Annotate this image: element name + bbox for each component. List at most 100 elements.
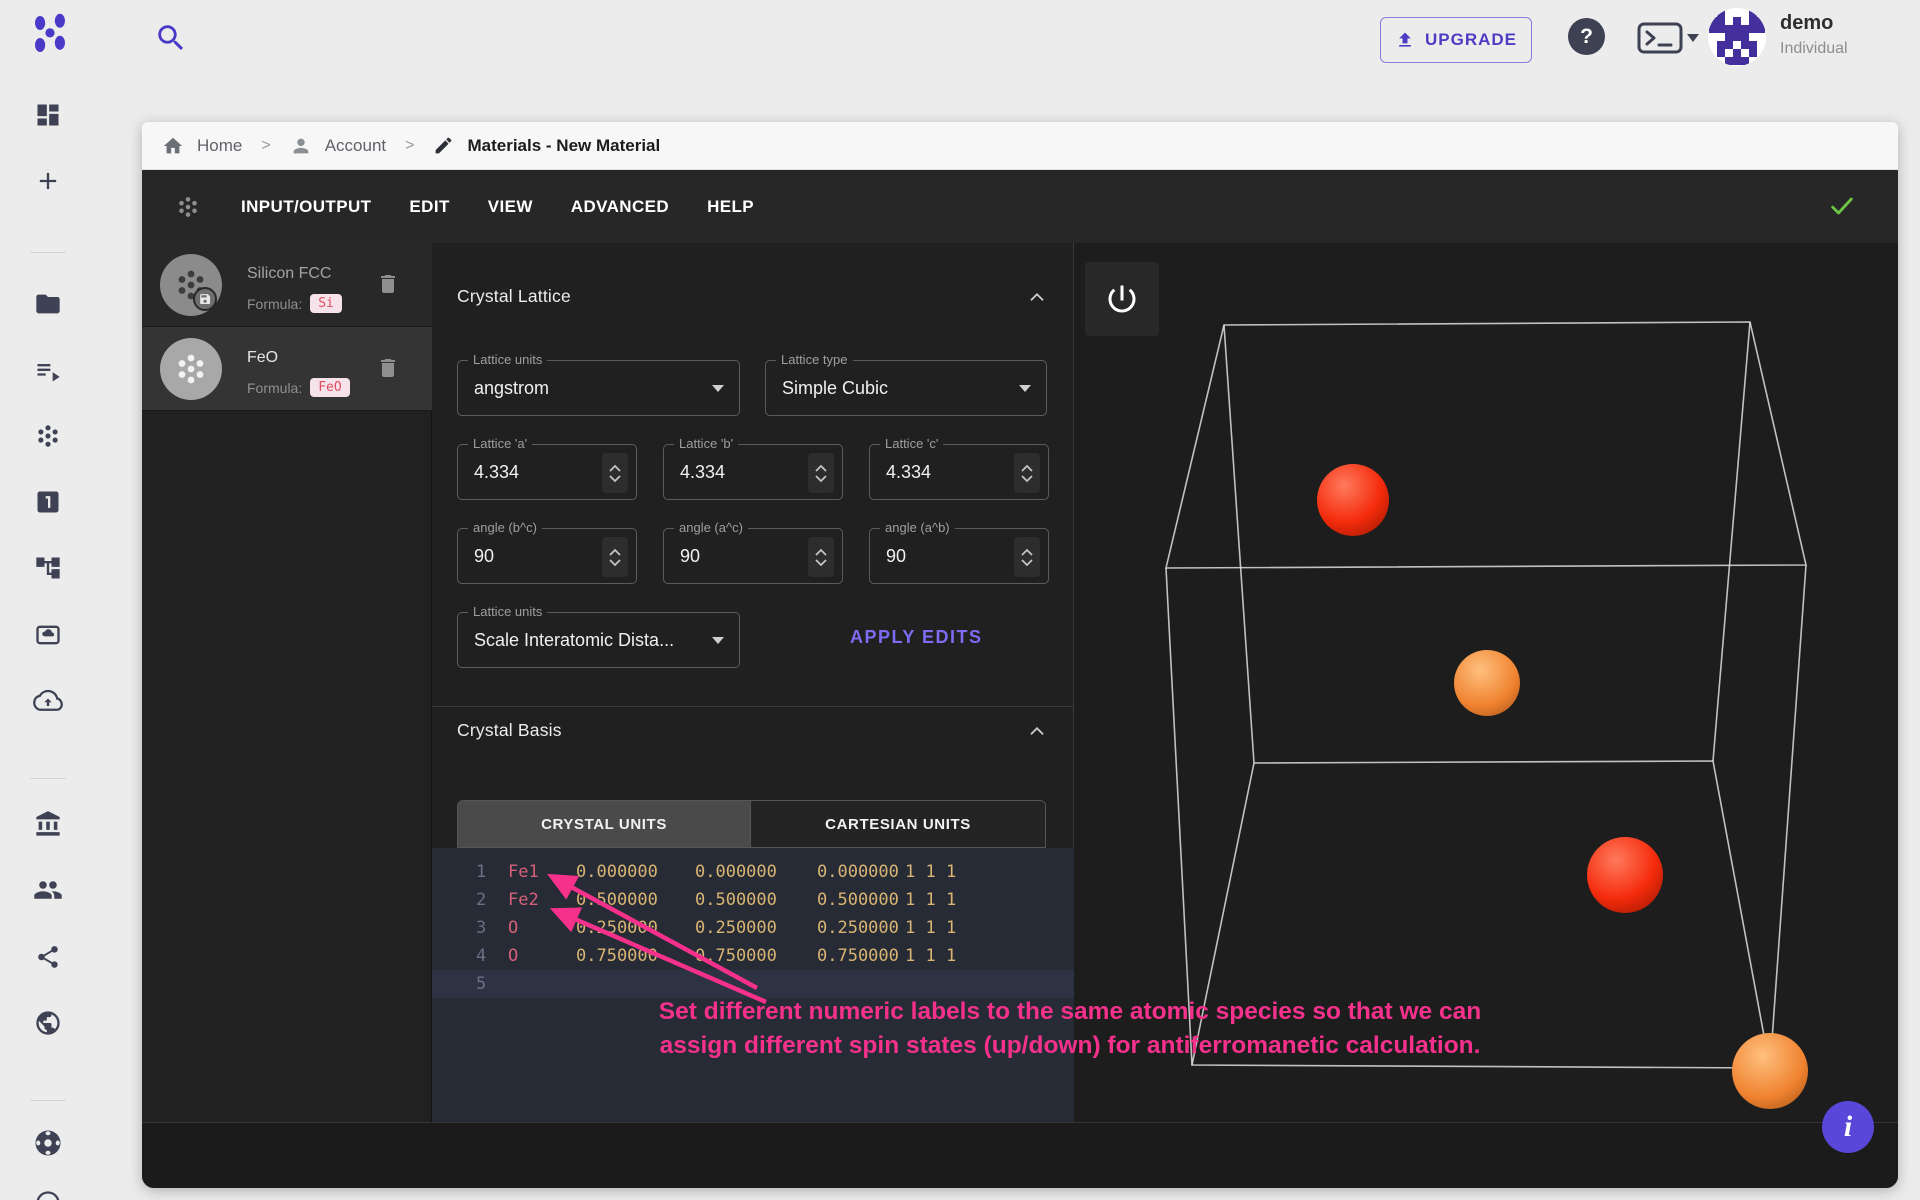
atom-sphere-o1[interactable] bbox=[1454, 650, 1520, 716]
sidebar-item-create[interactable] bbox=[33, 166, 63, 196]
bottom-console-band bbox=[142, 1122, 1898, 1188]
material-item-feo[interactable]: FeO Formula: FeO bbox=[142, 327, 432, 411]
user-plan: Individual bbox=[1780, 40, 1848, 58]
tab-crystal-units[interactable]: CRYSTAL UNITS bbox=[458, 801, 750, 847]
crystal-basis-title: Crystal Basis bbox=[457, 720, 562, 741]
sidebar-divider bbox=[30, 778, 66, 779]
upload-icon bbox=[1395, 30, 1415, 50]
number-stepper[interactable] bbox=[1014, 537, 1040, 577]
sidebar-item-share[interactable] bbox=[33, 942, 63, 972]
upgrade-button[interactable]: UPGRADE bbox=[1380, 17, 1532, 63]
breadcrumb-account[interactable]: Account bbox=[325, 136, 386, 156]
help-icon[interactable]: ? bbox=[1568, 18, 1605, 55]
sidebar-item-apps[interactable] bbox=[33, 1128, 63, 1158]
menu-input-output[interactable]: INPUT/OUTPUT bbox=[241, 197, 371, 217]
info-button[interactable]: i bbox=[1822, 1101, 1874, 1153]
number-stepper[interactable] bbox=[808, 537, 834, 577]
sidebar-item-team[interactable] bbox=[33, 875, 63, 905]
menu-advanced[interactable]: ADVANCED bbox=[571, 197, 669, 217]
editor-menubar: INPUT/OUTPUT EDIT VIEW ADVANCED HELP bbox=[142, 170, 1898, 243]
number-stepper[interactable] bbox=[1014, 453, 1040, 493]
basis-line: 5 bbox=[432, 970, 1074, 998]
breadcrumb-home[interactable]: Home bbox=[197, 136, 242, 156]
menu-view[interactable]: VIEW bbox=[488, 197, 533, 217]
material-name: Silicon FCC bbox=[247, 265, 331, 283]
formula-chip: FeO bbox=[310, 378, 349, 397]
sidebar-item-organization[interactable] bbox=[33, 809, 63, 839]
sidebar-item-hierarchy[interactable] bbox=[33, 553, 63, 583]
menu-edit[interactable]: EDIT bbox=[409, 197, 449, 217]
basis-code-editor[interactable]: 1Fe10.0000000.0000000.0000001 1 1 2Fe20.… bbox=[432, 848, 1074, 1122]
person-icon bbox=[290, 135, 312, 157]
lattice-c-input[interactable]: Lattice 'c' 4.334 bbox=[869, 444, 1049, 500]
scale-units-select[interactable]: Lattice units Scale Interatomic Dista... bbox=[457, 612, 740, 668]
material-avatar bbox=[160, 254, 222, 316]
upgrade-label: UPGRADE bbox=[1425, 30, 1517, 50]
lattice-type-select[interactable]: Lattice type Simple Cubic bbox=[765, 360, 1047, 416]
breadcrumb-current: Materials - New Material bbox=[467, 136, 660, 156]
lattice-b-input[interactable]: Lattice 'b' 4.334 bbox=[663, 444, 843, 500]
delete-material-icon[interactable] bbox=[375, 269, 401, 299]
atom-sphere-fe1[interactable] bbox=[1317, 464, 1389, 536]
basis-line: 3O0.2500000.2500000.2500001 1 1 bbox=[432, 914, 1074, 942]
formula-chip: Si bbox=[310, 294, 342, 313]
chevron-right-icon: > bbox=[255, 137, 276, 155]
number-stepper[interactable] bbox=[808, 453, 834, 493]
formula-label: Formula: bbox=[247, 380, 302, 396]
pencil-icon bbox=[433, 135, 454, 156]
user-avatar[interactable] bbox=[1706, 6, 1768, 68]
angle-ac-input[interactable]: angle (a^c) 90 bbox=[663, 528, 843, 584]
app-logo-icon[interactable] bbox=[26, 10, 74, 58]
sidebar-divider bbox=[30, 252, 66, 253]
saved-check-icon bbox=[1828, 192, 1856, 220]
search-icon[interactable] bbox=[152, 19, 190, 57]
structure-viewer-3d[interactable] bbox=[1074, 243, 1898, 1122]
page: UPGRADE ? dem bbox=[0, 0, 1920, 1200]
material-item-silicon[interactable]: Silicon FCC Formula: Si bbox=[142, 243, 432, 327]
material-atoms-icon bbox=[175, 194, 201, 220]
number-stepper[interactable] bbox=[602, 537, 628, 577]
apply-edits-button[interactable]: APPLY EDITS bbox=[850, 627, 983, 648]
angle-bc-input[interactable]: angle (b^c) 90 bbox=[457, 528, 637, 584]
materials-list: Silicon FCC Formula: Si FeO Form bbox=[142, 243, 432, 1122]
dropdown-caret-icon bbox=[712, 385, 724, 392]
app-window: Home > Account > Materials - New Materia… bbox=[142, 122, 1898, 1188]
user-name[interactable]: demo bbox=[1780, 12, 1833, 35]
delete-material-icon[interactable] bbox=[375, 353, 401, 383]
atom-sphere-o2[interactable] bbox=[1732, 1033, 1808, 1109]
section-divider bbox=[432, 706, 1074, 707]
chevron-right-icon: > bbox=[399, 137, 420, 155]
sidebar-item-jobs[interactable] bbox=[33, 356, 63, 386]
sidebar-item-public[interactable] bbox=[33, 1008, 63, 1038]
sidebar-item-dashboard[interactable] bbox=[33, 100, 63, 130]
console-menu-icon[interactable] bbox=[1636, 20, 1702, 56]
formula-label: Formula: bbox=[247, 296, 302, 312]
basis-line: 4O0.7500000.7500000.7500001 1 1 bbox=[432, 942, 1074, 970]
lattice-a-input[interactable]: Lattice 'a' 4.334 bbox=[457, 444, 637, 500]
sidebar-item-media[interactable] bbox=[33, 620, 63, 650]
sidebar-item-projects[interactable] bbox=[33, 289, 63, 319]
menu-help[interactable]: HELP bbox=[707, 197, 754, 217]
collapse-chevron-icon[interactable] bbox=[1025, 719, 1049, 743]
lattice-units-select[interactable]: Lattice units angstrom bbox=[457, 360, 740, 416]
material-name: FeO bbox=[247, 349, 278, 367]
material-avatar bbox=[160, 338, 222, 400]
breadcrumb: Home > Account > Materials - New Materia… bbox=[142, 122, 1898, 170]
material-editor-panel: Crystal Lattice Lattice units angstrom L… bbox=[432, 243, 1074, 1122]
angle-ab-input[interactable]: angle (a^b) 90 bbox=[869, 528, 1049, 584]
crystal-lattice-title: Crystal Lattice bbox=[457, 286, 571, 307]
home-icon bbox=[162, 135, 184, 157]
sidebar-item-materials[interactable] bbox=[33, 421, 63, 451]
sidebar-item-cloud-upload[interactable] bbox=[33, 686, 63, 716]
sidebar-divider bbox=[30, 1100, 66, 1101]
basis-units-tabs: CRYSTAL UNITS CARTESIAN UNITS bbox=[457, 800, 1046, 848]
collapse-chevron-icon[interactable] bbox=[1025, 285, 1049, 309]
sidebar-item-more[interactable] bbox=[33, 1188, 63, 1200]
atom-sphere-fe2[interactable] bbox=[1587, 837, 1663, 913]
dropdown-caret-icon bbox=[712, 637, 724, 644]
dropdown-caret-icon bbox=[1019, 385, 1031, 392]
basis-line: 2Fe20.5000000.5000000.5000001 1 1 bbox=[432, 886, 1074, 914]
tab-cartesian-units[interactable]: CARTESIAN UNITS bbox=[750, 801, 1045, 847]
number-stepper[interactable] bbox=[602, 453, 628, 493]
sidebar-item-workflows[interactable] bbox=[33, 487, 63, 517]
